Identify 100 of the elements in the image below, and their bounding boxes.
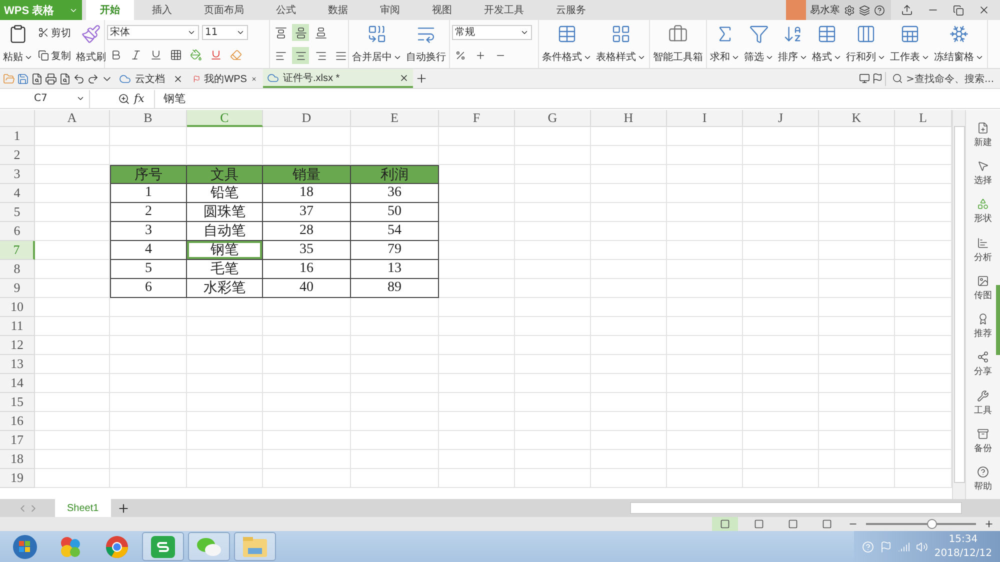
close-icon[interactable] [399, 72, 409, 83]
horizontal-scrollbar[interactable] [630, 502, 962, 514]
grid-cell[interactable] [439, 222, 515, 241]
column-header[interactable]: L [895, 110, 952, 127]
grid-cell[interactable] [35, 431, 110, 450]
grid-cell[interactable] [667, 450, 743, 469]
table-cell[interactable]: 6 [110, 279, 187, 298]
grid-cell[interactable] [743, 222, 819, 241]
grid-cell[interactable] [819, 146, 895, 165]
table-cell[interactable]: 2 [110, 203, 187, 222]
taskbar-button[interactable] [142, 532, 184, 561]
command-search-field[interactable]: >查找命令、搜索... [885, 72, 1000, 86]
table-cell[interactable]: 37 [263, 203, 351, 222]
name-box[interactable]: C7 [0, 90, 90, 108]
grid-cell[interactable] [591, 393, 667, 412]
grid-cell[interactable] [439, 317, 515, 336]
column-header[interactable]: D [263, 110, 351, 127]
font-name-dropdown[interactable]: 宋体 [107, 24, 199, 40]
grid-cell[interactable] [667, 184, 743, 203]
grid-cell[interactable] [515, 165, 591, 184]
select-all-corner[interactable] [0, 110, 35, 127]
table-cell[interactable]: 圆珠笔 [187, 203, 263, 222]
help-tray-icon[interactable] [862, 540, 874, 552]
column-header[interactable]: K [819, 110, 895, 127]
grid-cell[interactable] [110, 355, 187, 374]
grid-cell[interactable] [591, 127, 667, 146]
help-icon[interactable] [874, 4, 885, 16]
grid-cell[interactable] [819, 127, 895, 146]
grid-cell[interactable] [743, 298, 819, 317]
view-mode-button[interactable] [712, 517, 738, 531]
grid-cell[interactable] [819, 241, 895, 260]
volume-icon[interactable] [916, 540, 928, 552]
function-label[interactable]: fx [134, 92, 144, 106]
grid-cell[interactable] [351, 374, 439, 393]
grid-cell[interactable] [110, 317, 187, 336]
side-panel-button[interactable]: 选择 [974, 160, 992, 187]
grid-cell[interactable] [743, 450, 819, 469]
grid-cell[interactable] [819, 184, 895, 203]
grid-cell[interactable] [743, 184, 819, 203]
grid-cell[interactable] [351, 393, 439, 412]
grid-cell[interactable] [35, 127, 110, 146]
grid-cell[interactable] [591, 146, 667, 165]
grid-cell[interactable] [743, 165, 819, 184]
grid-cell[interactable] [110, 127, 187, 146]
redo-icon[interactable] [87, 72, 99, 85]
table-cell[interactable]: 54 [351, 222, 439, 241]
grid-cell[interactable] [591, 222, 667, 241]
grid-cell[interactable] [819, 279, 895, 298]
grid-cell[interactable] [35, 336, 110, 355]
toolbox-button[interactable]: 智能工具箱 [652, 22, 704, 66]
grid-cell[interactable] [515, 412, 591, 431]
ribbon-tab[interactable]: 页面布局 [190, 0, 258, 20]
grid-cell[interactable] [110, 431, 187, 450]
grid-cell[interactable] [263, 298, 351, 317]
grid-cell[interactable] [819, 355, 895, 374]
ribbon-button[interactable]: 条件格式 [541, 22, 593, 66]
table-cell[interactable]: 40 [263, 279, 351, 298]
table-cell[interactable]: 35 [263, 241, 351, 260]
grid-cell[interactable] [187, 336, 263, 355]
upload-icon[interactable] [901, 4, 913, 16]
grid-cell[interactable] [819, 260, 895, 279]
grid-cell[interactable] [515, 203, 591, 222]
zoom-thumb[interactable] [927, 519, 937, 529]
grid-cell[interactable] [35, 298, 110, 317]
ribbon-button[interactable]: 筛选 [743, 22, 775, 66]
ribbon-button[interactable]: 自动换行 [405, 22, 447, 66]
grid-cell[interactable] [667, 298, 743, 317]
column-header[interactable]: H [591, 110, 667, 127]
side-panel-button[interactable]: 形状 [974, 198, 992, 226]
grid-cell[interactable] [667, 431, 743, 450]
row-header[interactable]: 8 [0, 260, 35, 279]
row-header[interactable]: 9 [0, 279, 35, 298]
grid-cell[interactable] [591, 165, 667, 184]
column-header[interactable]: E [351, 110, 439, 127]
grid-cell[interactable] [515, 279, 591, 298]
table-cell[interactable]: 4 [110, 241, 187, 260]
grid-cell[interactable] [263, 127, 351, 146]
print-preview-icon[interactable] [59, 72, 71, 85]
grid-cell[interactable] [591, 374, 667, 393]
signal-icon[interactable] [898, 540, 910, 552]
grid-cell[interactable] [515, 450, 591, 469]
grid-cell[interactable] [515, 298, 591, 317]
grid-cell[interactable] [743, 431, 819, 450]
grid-cell[interactable] [667, 165, 743, 184]
grid-cell[interactable] [110, 336, 187, 355]
panel-toggle[interactable] [996, 285, 1000, 355]
grid-cell[interactable] [351, 450, 439, 469]
grid-cell[interactable] [667, 317, 743, 336]
row-header[interactable]: 10 [0, 298, 35, 317]
grid-cell[interactable] [591, 431, 667, 450]
table-cell[interactable]: 28 [263, 222, 351, 241]
row-header[interactable]: 14 [0, 374, 35, 393]
grid-cell[interactable] [591, 450, 667, 469]
taskbar-button[interactable] [234, 532, 276, 561]
row-header[interactable]: 2 [0, 146, 35, 165]
number-format-dropdown[interactable]: 常规 [452, 24, 532, 40]
ribbon-button[interactable]: 表格样式 [595, 22, 647, 66]
copy-button[interactable]: 复制 [36, 48, 73, 63]
grid-cell[interactable] [110, 412, 187, 431]
table-cell[interactable]: 水彩笔 [187, 279, 263, 298]
